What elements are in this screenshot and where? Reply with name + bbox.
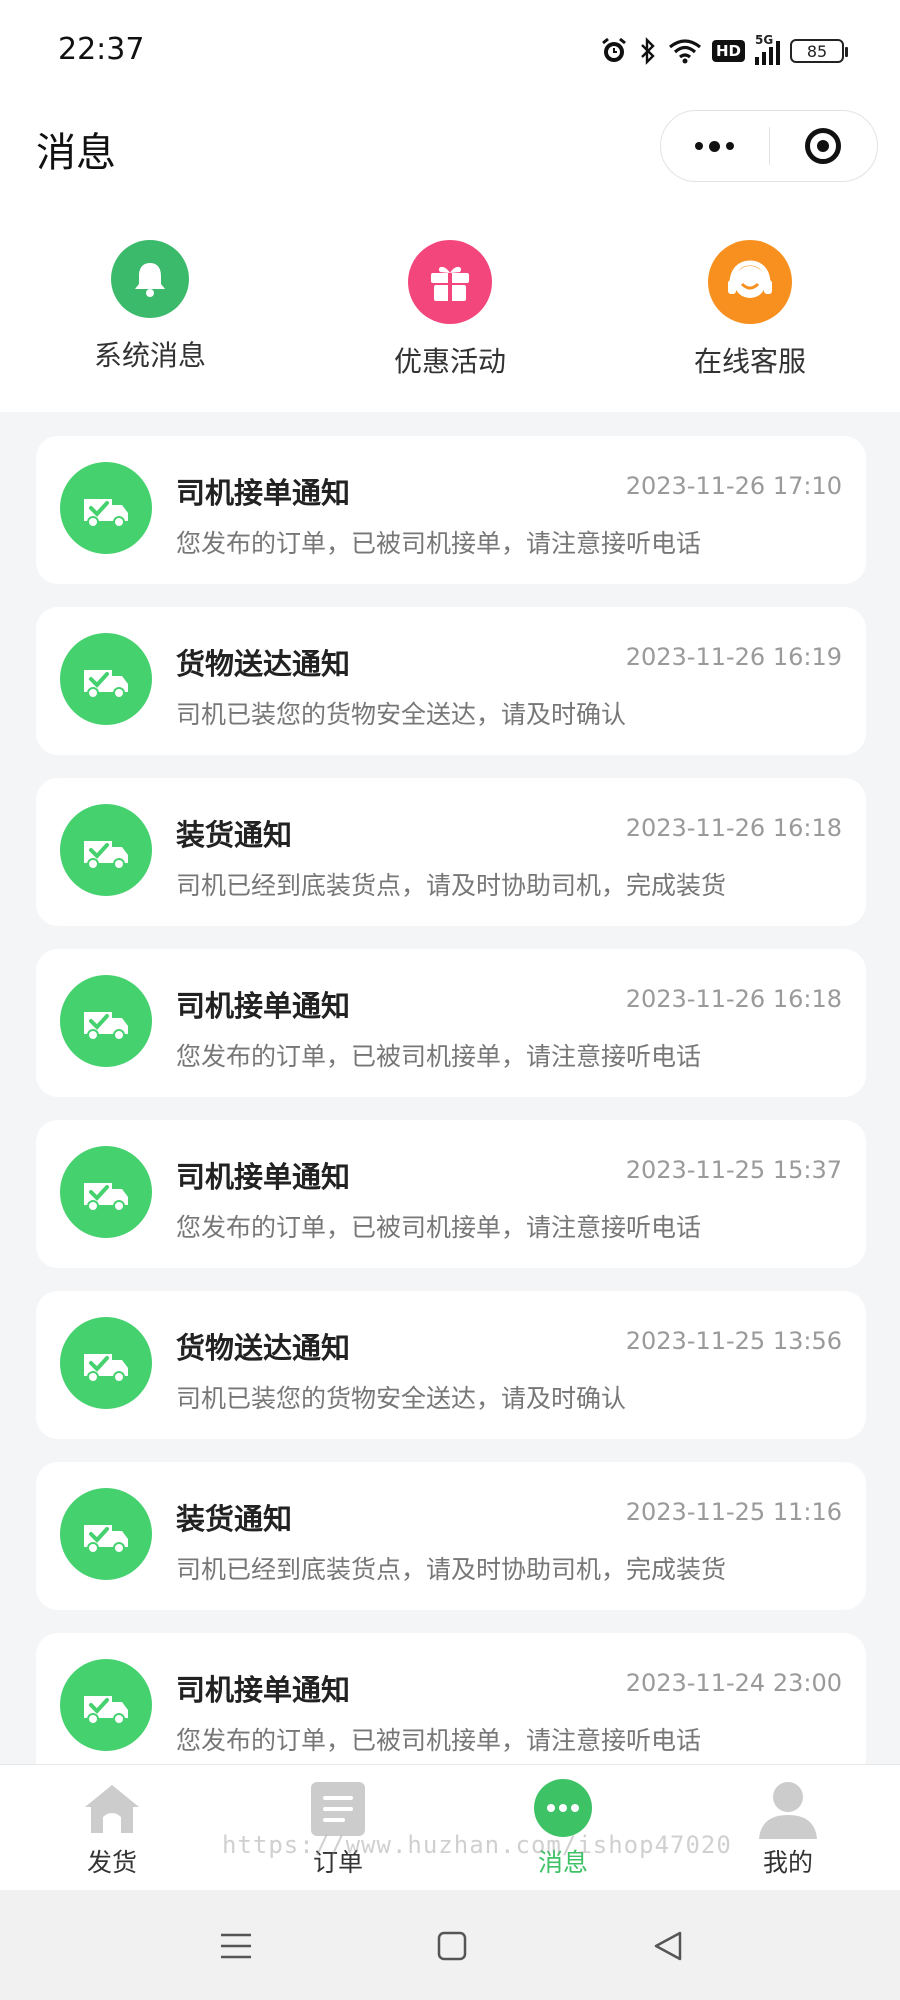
message-title: 司机接单通知 (176, 1673, 351, 1707)
message-desc: 司机已装您的货物安全送达，请及时确认 (176, 1384, 627, 1413)
message-title: 货物送达通知 (176, 1331, 351, 1365)
user-icon (728, 1779, 848, 1839)
document-icon (278, 1779, 398, 1839)
message-card[interactable]: 司机接单通知 2023-11-26 17:10 您发布的订单，已被司机接单，请注… (36, 436, 866, 584)
chat-bubble-icon (503, 1779, 623, 1839)
target-icon (805, 128, 842, 164)
mini-program-capsule (660, 110, 878, 182)
tab-orders[interactable]: 订单 (278, 1779, 398, 1879)
home-square-icon[interactable] (432, 1926, 472, 1966)
alarm-icon (600, 37, 628, 65)
hd-icon: HD (711, 40, 745, 62)
message-card[interactable]: 司机接单通知 2023-11-24 23:00 您发布的订单，已被司机接单，请注… (36, 1633, 866, 1781)
message-time: 2023-11-26 16:18 (625, 985, 842, 1013)
message-title: 司机接单通知 (176, 476, 351, 510)
message-time: 2023-11-24 23:00 (625, 1669, 842, 1697)
message-desc: 您发布的订单，已被司机接单，请注意接听电话 (176, 1726, 702, 1755)
signal-5g-icon: 5G (755, 33, 780, 65)
tab-messages[interactable]: 消息 (503, 1779, 623, 1879)
message-desc: 司机已装您的货物安全送达，请及时确认 (176, 700, 627, 729)
network-label: 5G (755, 33, 774, 47)
truck-check-icon (60, 1488, 152, 1580)
truck-check-icon (60, 462, 152, 554)
truck-check-icon (60, 1659, 152, 1751)
tab-mine[interactable]: 我的 (728, 1779, 848, 1879)
more-button[interactable] (661, 111, 769, 181)
more-dots-icon (695, 140, 735, 152)
quick-action-promotions[interactable]: 优惠活动 (350, 240, 550, 380)
watermark-text: https://www.huzhan.com/ishop47020 (222, 1831, 732, 1859)
truck-check-icon (60, 1317, 152, 1409)
page-title: 消息 (36, 130, 116, 176)
menu-icon[interactable] (216, 1926, 256, 1966)
page-header: 消息 (0, 100, 900, 190)
bottom-tab-bar: 发货 订单 消息 我的 https://www.huzhan.com/ishop… (0, 1764, 900, 1891)
status-icons: HD 5G 85 (600, 33, 848, 68)
message-desc: 司机已经到底装货点，请及时协助司机，完成装货 (176, 1555, 727, 1584)
bell-icon (111, 240, 189, 318)
home-icon (52, 1779, 172, 1839)
message-desc: 您发布的订单，已被司机接单，请注意接听电话 (176, 1042, 702, 1071)
wifi-icon (668, 37, 702, 65)
bluetooth-icon (638, 37, 658, 65)
message-card[interactable]: 货物送达通知 2023-11-25 13:56 司机已装您的货物安全送达，请及时… (36, 1291, 866, 1439)
message-card[interactable]: 司机接单通知 2023-11-25 15:37 您发布的订单，已被司机接单，请注… (36, 1120, 866, 1268)
truck-check-icon (60, 1146, 152, 1238)
quick-action-online-service[interactable]: 在线客服 (650, 240, 850, 380)
back-triangle-icon[interactable] (648, 1926, 688, 1966)
quick-action-label: 在线客服 (693, 345, 806, 378)
message-card[interactable]: 货物送达通知 2023-11-26 16:19 司机已装您的货物安全送达，请及时… (36, 607, 866, 755)
quick-actions: 系统消息 优惠活动 在线客服 (0, 190, 900, 412)
truck-check-icon (60, 975, 152, 1067)
message-desc: 司机已经到底装货点，请及时协助司机，完成装货 (176, 871, 727, 900)
close-miniprogram-button[interactable] (770, 111, 878, 181)
message-card[interactable]: 装货通知 2023-11-26 16:18 司机已经到底装货点，请及时协助司机，… (36, 778, 866, 926)
message-title: 司机接单通知 (176, 1160, 351, 1194)
message-card[interactable]: 司机接单通知 2023-11-26 16:18 您发布的订单，已被司机接单，请注… (36, 949, 866, 1097)
status-bar: 22:37 HD 5G 85 (0, 0, 900, 100)
tab-ship[interactable]: 发货 (52, 1779, 172, 1879)
truck-check-icon (60, 633, 152, 725)
truck-check-icon (60, 804, 152, 896)
message-time: 2023-11-25 13:56 (625, 1327, 842, 1355)
message-title: 装货通知 (176, 818, 293, 852)
status-time: 22:37 (58, 32, 145, 67)
battery-level: 85 (806, 41, 828, 61)
message-card[interactable]: 装货通知 2023-11-25 11:16 司机已经到底装货点，请及时协助司机，… (36, 1462, 866, 1610)
message-time: 2023-11-26 17:10 (625, 472, 842, 500)
tab-label: 发货 (86, 1848, 137, 1877)
message-title: 装货通知 (176, 1502, 293, 1536)
message-title: 货物送达通知 (176, 647, 351, 681)
message-time: 2023-11-25 11:16 (625, 1498, 842, 1526)
message-list: 司机接单通知 2023-11-26 17:10 您发布的订单，已被司机接单，请注… (36, 436, 866, 1804)
battery-indicator: 85 (790, 39, 848, 63)
quick-action-system-messages[interactable]: 系统消息 (50, 240, 250, 374)
message-time: 2023-11-26 16:18 (625, 814, 842, 842)
message-title: 司机接单通知 (176, 989, 351, 1023)
tab-label: 我的 (762, 1848, 813, 1877)
gift-icon (408, 240, 492, 324)
quick-action-label: 系统消息 (93, 339, 206, 372)
headset-icon (708, 240, 792, 324)
message-desc: 您发布的订单，已被司机接单，请注意接听电话 (176, 1213, 702, 1242)
system-nav-bar (0, 1890, 900, 2000)
message-time: 2023-11-25 15:37 (625, 1156, 842, 1184)
quick-action-label: 优惠活动 (393, 345, 506, 378)
message-desc: 您发布的订单，已被司机接单，请注意接听电话 (176, 529, 702, 558)
message-time: 2023-11-26 16:19 (625, 643, 842, 671)
